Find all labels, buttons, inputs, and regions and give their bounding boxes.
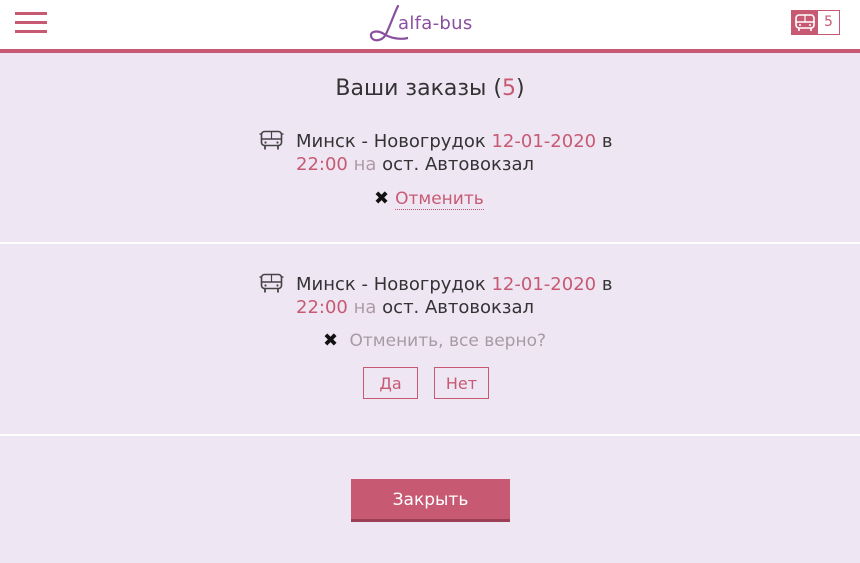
order-stop: ост. Автовокзал [382,297,535,318]
cancel-order-link[interactable]: Отменить [395,189,484,210]
order-on-word: на [353,154,377,175]
header: alfa-bus 5 [0,0,860,53]
order-details: Минск - Новогрудок 12-01-2020 в 22:00 на… [296,273,616,319]
confirm-yes-button[interactable]: Да [363,367,418,399]
title-close-paren: ) [516,76,525,101]
x-icon: ✖ [323,330,339,351]
order-in-word: в [601,274,613,295]
cancel-confirm-text: Отменить, все верно? [349,331,547,351]
title-text: Ваши заказы ( [335,76,502,101]
bus-icon [792,11,818,34]
divider [0,242,860,244]
bus-icon [259,130,284,152]
order-route: Минск - Новогрудок [296,274,486,295]
order-route: Минск - Новогрудок [296,131,486,152]
bus-icon [259,273,284,295]
confirm-no-button[interactable]: Нет [434,367,489,399]
cart-count: 5 [824,14,833,30]
page-title: Ваши заказы (5) [0,76,860,101]
order-time: 22:00 [296,154,348,175]
cancel-row: ✖ Отменить [374,188,484,210]
order-time: 22:00 [296,297,348,318]
order-date: 12-01-2020 [491,274,597,295]
order-details: Минск - Новогрудок 12-01-2020 в 22:00 на… [296,130,616,176]
logo[interactable]: alfa-bus [368,4,483,44]
order-date: 12-01-2020 [491,131,597,152]
logo-text: alfa-bus [398,13,473,34]
divider [0,434,860,436]
order-in-word: в [601,131,613,152]
x-icon: ✖ [374,188,390,209]
close-button[interactable]: Закрыть [351,479,510,522]
cart-button[interactable]: 5 [791,10,840,35]
order-item: Минск - Новогрудок 12-01-2020 в 22:00 на… [0,245,860,435]
confirm-buttons: Да Нет [363,367,493,399]
cancel-confirm-row: ✖ Отменить, все верно? [323,330,546,351]
hamburger-menu-icon[interactable] [15,12,47,34]
orders-count: 5 [502,76,516,101]
order-stop: ост. Автовокзал [382,154,535,175]
order-item: Минск - Новогрудок 12-01-2020 в 22:00 на… [0,126,860,244]
order-on-word: на [353,297,377,318]
